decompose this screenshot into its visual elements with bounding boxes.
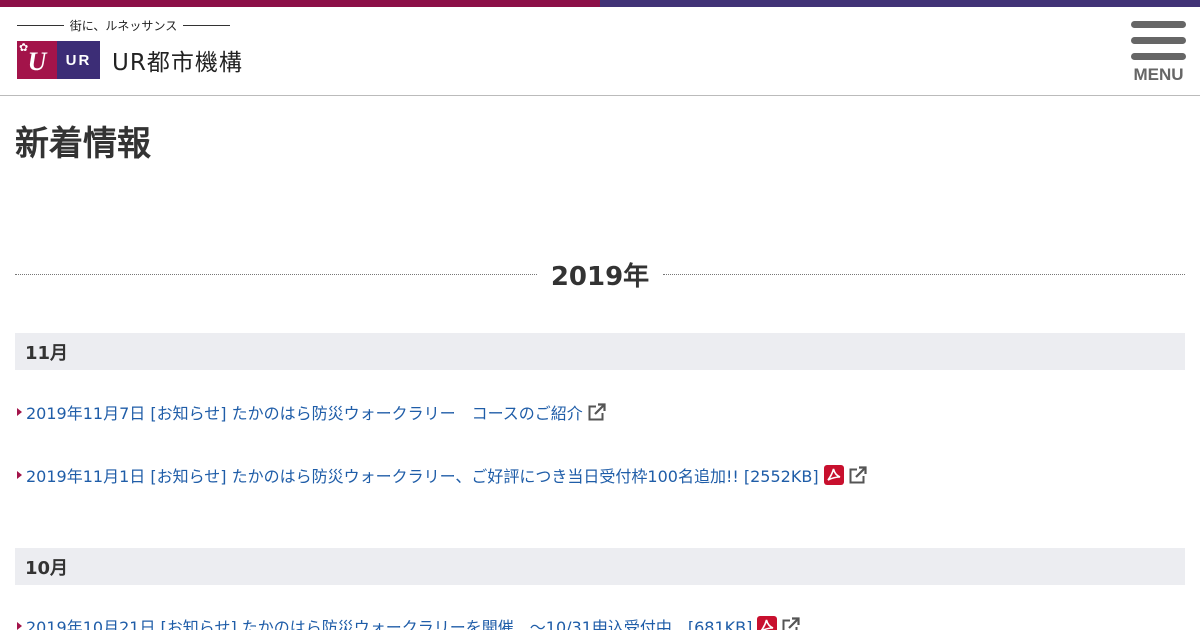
- site-logo-link[interactable]: ✿ U UR UR都市機構: [17, 41, 243, 79]
- hamburger-icon: [1131, 21, 1186, 28]
- news-link[interactable]: 2019年10月21日 [お知らせ] たかのはら防災ウォークラリーを開催 ～10…: [26, 614, 752, 630]
- year-heading: 2019年: [15, 256, 1185, 292]
- top-accent-bar-right: [600, 0, 1200, 7]
- pdf-icon: [757, 616, 778, 630]
- menu-button[interactable]: MENU: [1130, 21, 1187, 87]
- page-title: 新着情報: [15, 124, 151, 164]
- arrow-icon: [17, 471, 22, 479]
- pdf-icon: [823, 465, 844, 485]
- month-heading-november: 11月: [15, 333, 1185, 370]
- news-item: 2019年10月21日 [お知らせ] たかのはら防災ウォークラリーを開催 ～10…: [17, 614, 801, 630]
- external-link-icon: [849, 466, 867, 484]
- logo-name: UR都市機構: [112, 50, 243, 76]
- hamburger-icon-bar-2: [1131, 37, 1186, 44]
- tagline: 街に、ルネッサンス: [69, 18, 178, 33]
- tagline-rule-right: [183, 24, 230, 26]
- external-link-icon: [782, 617, 801, 630]
- month-heading-october: 10月: [15, 548, 1185, 585]
- arrow-icon: [17, 408, 22, 416]
- tagline-rule-left: [17, 24, 64, 26]
- year-rule-left: [15, 273, 537, 275]
- news-item: 2019年11月1日 [お知らせ] たかのはら防災ウォークラリー、ご好評につき当…: [17, 463, 867, 487]
- menu-button-label: MENU: [1133, 65, 1184, 84]
- top-accent-bar-left: [0, 0, 600, 7]
- site-header: 街に、ルネッサンス ✿ U UR UR都市機構 MENU: [0, 7, 1200, 96]
- ur-logo-icon: ✿ U: [17, 41, 57, 79]
- external-link-icon: [588, 403, 606, 421]
- arrow-icon: [17, 622, 22, 630]
- top-accent-bar: [0, 0, 1200, 7]
- year-rule-right: [663, 273, 1185, 275]
- logo-ur-badge: UR: [57, 41, 100, 79]
- tagline-row: 街に、ルネッサンス: [17, 17, 230, 33]
- news-link[interactable]: 2019年11月7日 [お知らせ] たかのはら防災ウォークラリー コースのご紹介: [26, 400, 583, 424]
- year-label: 2019年: [550, 261, 650, 292]
- news-link[interactable]: 2019年11月1日 [お知らせ] たかのはら防災ウォークラリー、ご好評につき当…: [26, 463, 819, 487]
- flower-icon: ✿: [19, 41, 29, 54]
- news-item: 2019年11月7日 [お知らせ] たかのはら防災ウォークラリー コースのご紹介: [17, 400, 606, 424]
- hamburger-icon-bar-3: [1131, 53, 1186, 60]
